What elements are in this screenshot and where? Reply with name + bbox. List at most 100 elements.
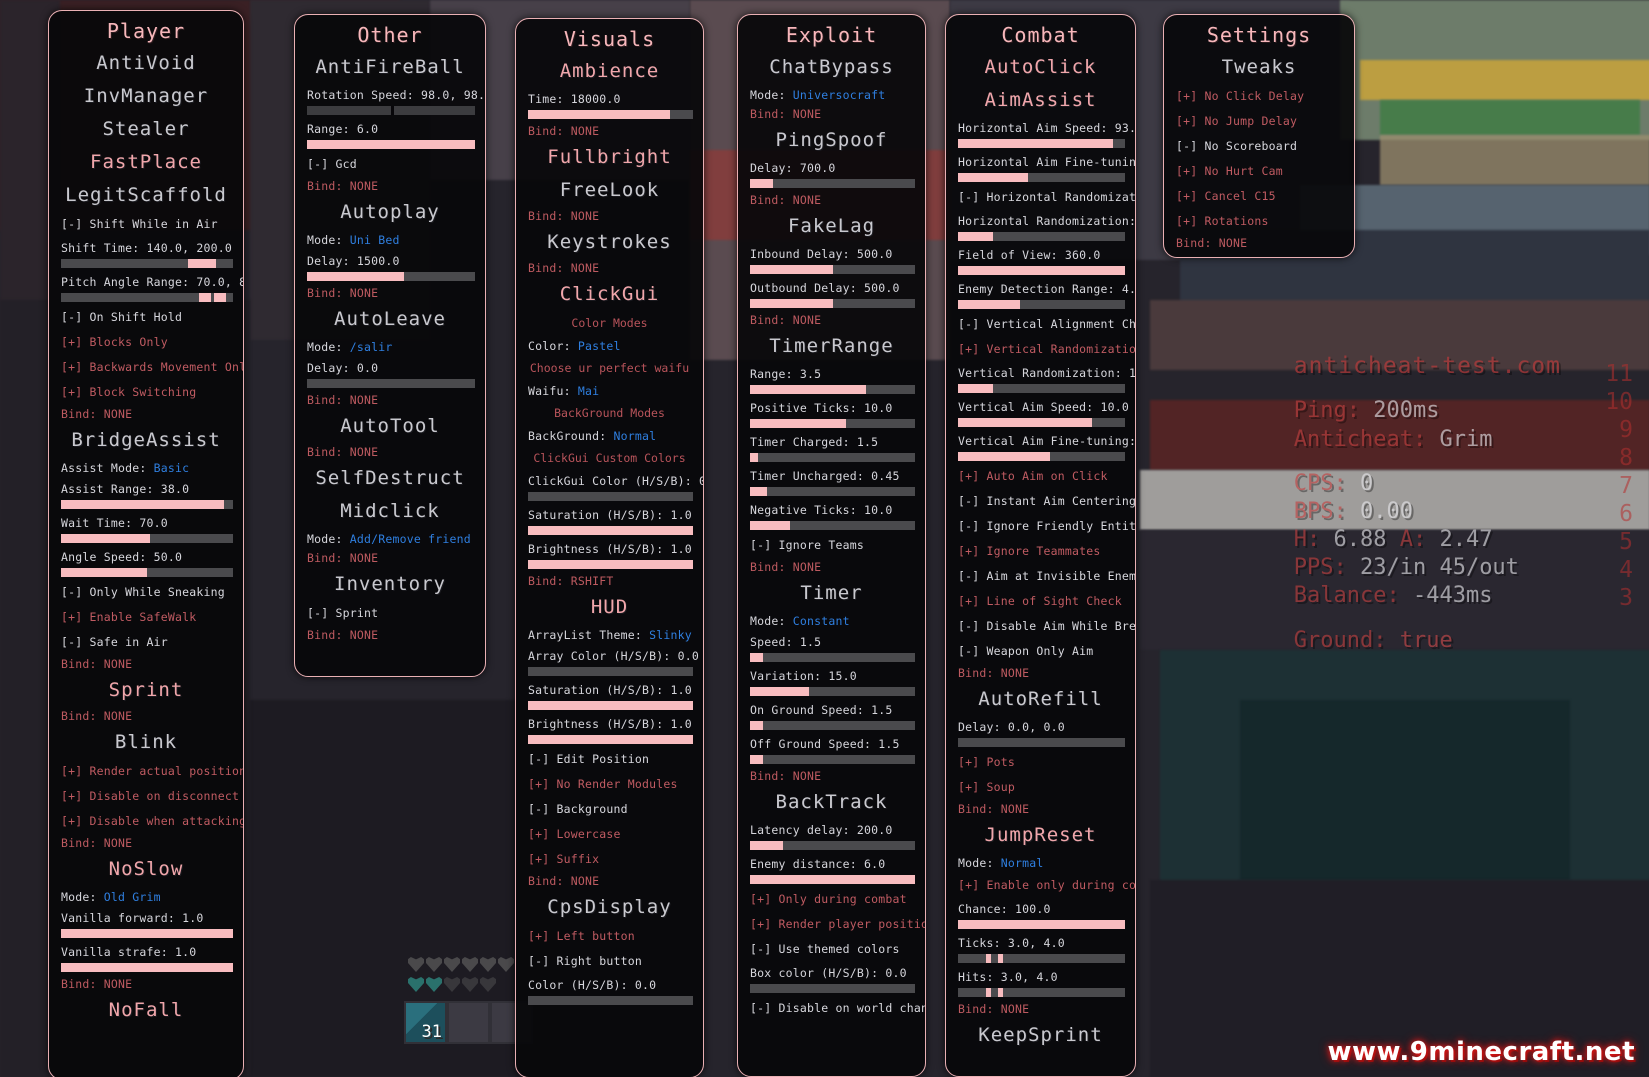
checkbox-setting[interactable]: [+] Cancel C15 — [1174, 183, 1344, 208]
checkbox-setting[interactable]: [+] Block Switching — [59, 379, 233, 404]
mode-setting[interactable]: Mode: Add/Remove friend — [305, 527, 475, 548]
range-slider-track[interactable] — [61, 293, 233, 302]
mode-setting[interactable]: Mode: Old Grim — [59, 885, 233, 906]
slider-track[interactable] — [958, 232, 1125, 241]
checkbox-setting[interactable]: [+] Disable on disconnect — [59, 783, 239, 808]
keybind-setting[interactable]: Bind: NONE — [956, 663, 1125, 682]
slider-track[interactable] — [61, 534, 233, 543]
keybind-setting[interactable]: Bind: NONE — [748, 190, 915, 209]
keybind-setting[interactable]: Bind: NONE — [748, 557, 915, 576]
mode-setting[interactable]: Assist Mode: Basic — [59, 456, 233, 477]
keybind-setting[interactable]: Bind: NONE — [305, 548, 475, 567]
checkbox-setting[interactable]: [+] Enable SafeWalk — [59, 604, 233, 629]
slider-track[interactable] — [61, 929, 233, 938]
keybind-setting[interactable]: Bind: RSHIFT — [526, 571, 693, 590]
module-midclick[interactable]: Midclick — [305, 494, 475, 527]
checkbox-setting[interactable]: [+] Rotations — [1174, 208, 1344, 233]
range-slider-track[interactable] — [61, 259, 233, 268]
module-chatbypass[interactable]: ChatBypass — [748, 50, 915, 83]
range-slider-handle[interactable] — [998, 988, 1004, 997]
mode-setting[interactable]: Color: Pastel — [526, 334, 693, 355]
checkbox-setting[interactable]: [-] Gcd — [305, 151, 475, 176]
slider-track[interactable] — [528, 667, 693, 676]
keybind-setting[interactable]: Bind: NONE — [59, 706, 233, 725]
module-keepsprint[interactable]: KeepSprint — [956, 1018, 1125, 1051]
checkbox-setting[interactable]: [-] Weapon Only Aim — [956, 638, 1125, 663]
checkbox-setting[interactable]: [-] Horizontal Randomization — [956, 184, 1135, 209]
slider-track[interactable] — [750, 653, 915, 662]
panel-exploit[interactable]: Exploit ChatBypass Mode: Universocraft Bind… — [737, 14, 926, 1077]
module-autoclick[interactable]: AutoClick — [956, 50, 1125, 83]
slider-track[interactable] — [958, 173, 1125, 182]
slider-track[interactable] — [61, 500, 233, 509]
panel-title[interactable]: Visuals — [526, 25, 693, 54]
hotbar-slot[interactable]: 31 — [404, 1001, 447, 1044]
mode-setting[interactable]: Mode: Uni Bed — [305, 228, 475, 249]
module-antifireball[interactable]: AntiFireBall — [305, 50, 475, 83]
range-slider-track[interactable] — [307, 106, 475, 115]
slider-track[interactable] — [958, 738, 1125, 747]
module-autotool[interactable]: AutoTool — [305, 409, 475, 442]
slider-track[interactable] — [61, 963, 233, 972]
keybind-setting[interactable]: Bind: NONE — [526, 206, 693, 225]
checkbox-setting[interactable]: [-] Aim at Invisible Enemies — [956, 563, 1135, 588]
module-keystrokes[interactable]: Keystrokes — [526, 225, 693, 258]
slider-track[interactable] — [307, 379, 475, 388]
keybind-setting[interactable]: Bind: NONE — [1174, 233, 1344, 252]
checkbox-setting[interactable]: [-] Safe in Air — [59, 629, 233, 654]
range-slider-handle[interactable] — [214, 293, 227, 302]
checkbox-setting[interactable]: [-] Ignore Friendly Entities — [956, 513, 1135, 538]
slider-track[interactable] — [750, 875, 915, 884]
panel-title[interactable]: Other — [305, 21, 475, 50]
slider-track[interactable] — [750, 179, 915, 188]
slider-track[interactable] — [750, 385, 915, 394]
panel-title[interactable]: Exploit — [748, 21, 915, 50]
slider-track[interactable] — [750, 265, 915, 274]
keybind-setting[interactable]: Bind: NONE — [956, 799, 1125, 818]
module-clickgui[interactable]: ClickGui — [526, 277, 693, 310]
slider-track[interactable] — [750, 521, 915, 530]
checkbox-setting[interactable]: [+] Blocks Only — [59, 329, 233, 354]
keybind-setting[interactable]: Bind: NONE — [748, 310, 915, 329]
module-antivoid[interactable]: AntiVoid — [59, 46, 233, 79]
module-fastplace[interactable]: FastPlace — [59, 145, 233, 178]
hotbar-slot[interactable] — [447, 1001, 490, 1044]
panel-combat[interactable]: Combat AutoClick AimAssist Horizontal Aim S… — [945, 14, 1136, 1077]
keybind-setting[interactable]: Bind: NONE — [526, 121, 693, 140]
checkbox-setting[interactable]: [-] Background — [526, 796, 693, 821]
checkbox-setting[interactable]: [+] Suffix — [526, 846, 693, 871]
module-timer[interactable]: Timer — [748, 576, 915, 609]
checkbox-setting[interactable]: [+] Render actual position — [59, 758, 243, 783]
module-pingspoof[interactable]: PingSpoof — [748, 123, 915, 156]
panel-title[interactable]: Settings — [1174, 21, 1344, 50]
checkbox-setting[interactable]: [+] Soup — [956, 774, 1125, 799]
module-selfdestruct[interactable]: SelfDestruct — [305, 461, 475, 494]
mode-setting[interactable]: Mode: /salir — [305, 335, 475, 356]
checkbox-setting[interactable]: [+] No Jump Delay — [1174, 108, 1344, 133]
slider-track[interactable] — [528, 560, 693, 569]
mode-setting[interactable]: ArrayList Theme: Slinky — [526, 623, 693, 644]
checkbox-setting[interactable]: [-] Edit Position — [526, 746, 693, 771]
range-slider-track[interactable] — [958, 954, 1125, 963]
checkbox-setting[interactable]: [+] Vertical Randomization — [956, 336, 1135, 361]
checkbox-setting[interactable]: [+] Disable when attacking — [59, 808, 243, 833]
module-bridgeassist[interactable]: BridgeAssist — [59, 423, 233, 456]
panel-player[interactable]: Player AntiVoid InvManager Stealer FastPlace… — [48, 10, 244, 1077]
keybind-setting[interactable]: Bind: NONE — [59, 654, 233, 673]
module-noslow[interactable]: NoSlow — [59, 852, 233, 885]
slider-track[interactable] — [958, 920, 1125, 929]
hotbar-slots[interactable]: 31 — [404, 1001, 533, 1044]
checkbox-setting[interactable]: [+] Backwards Movement Only — [59, 354, 243, 379]
checkbox-setting[interactable]: [-] Vertical Alignment Check — [956, 311, 1135, 336]
slider-track[interactable] — [958, 300, 1125, 309]
checkbox-setting[interactable]: [+] Only during combat — [748, 886, 915, 911]
checkbox-setting[interactable]: [-] Only While Sneaking — [59, 579, 233, 604]
keybind-setting[interactable]: Bind: NONE — [956, 999, 1125, 1018]
module-timerrange[interactable]: TimerRange — [748, 329, 915, 362]
slider-track[interactable] — [750, 721, 915, 730]
range-slider-handle[interactable] — [198, 293, 211, 302]
range-slider-handle[interactable] — [986, 954, 992, 963]
slider-track[interactable] — [750, 453, 915, 462]
checkbox-setting[interactable]: [+] Render player position — [748, 911, 925, 936]
slider-track[interactable] — [528, 526, 693, 535]
